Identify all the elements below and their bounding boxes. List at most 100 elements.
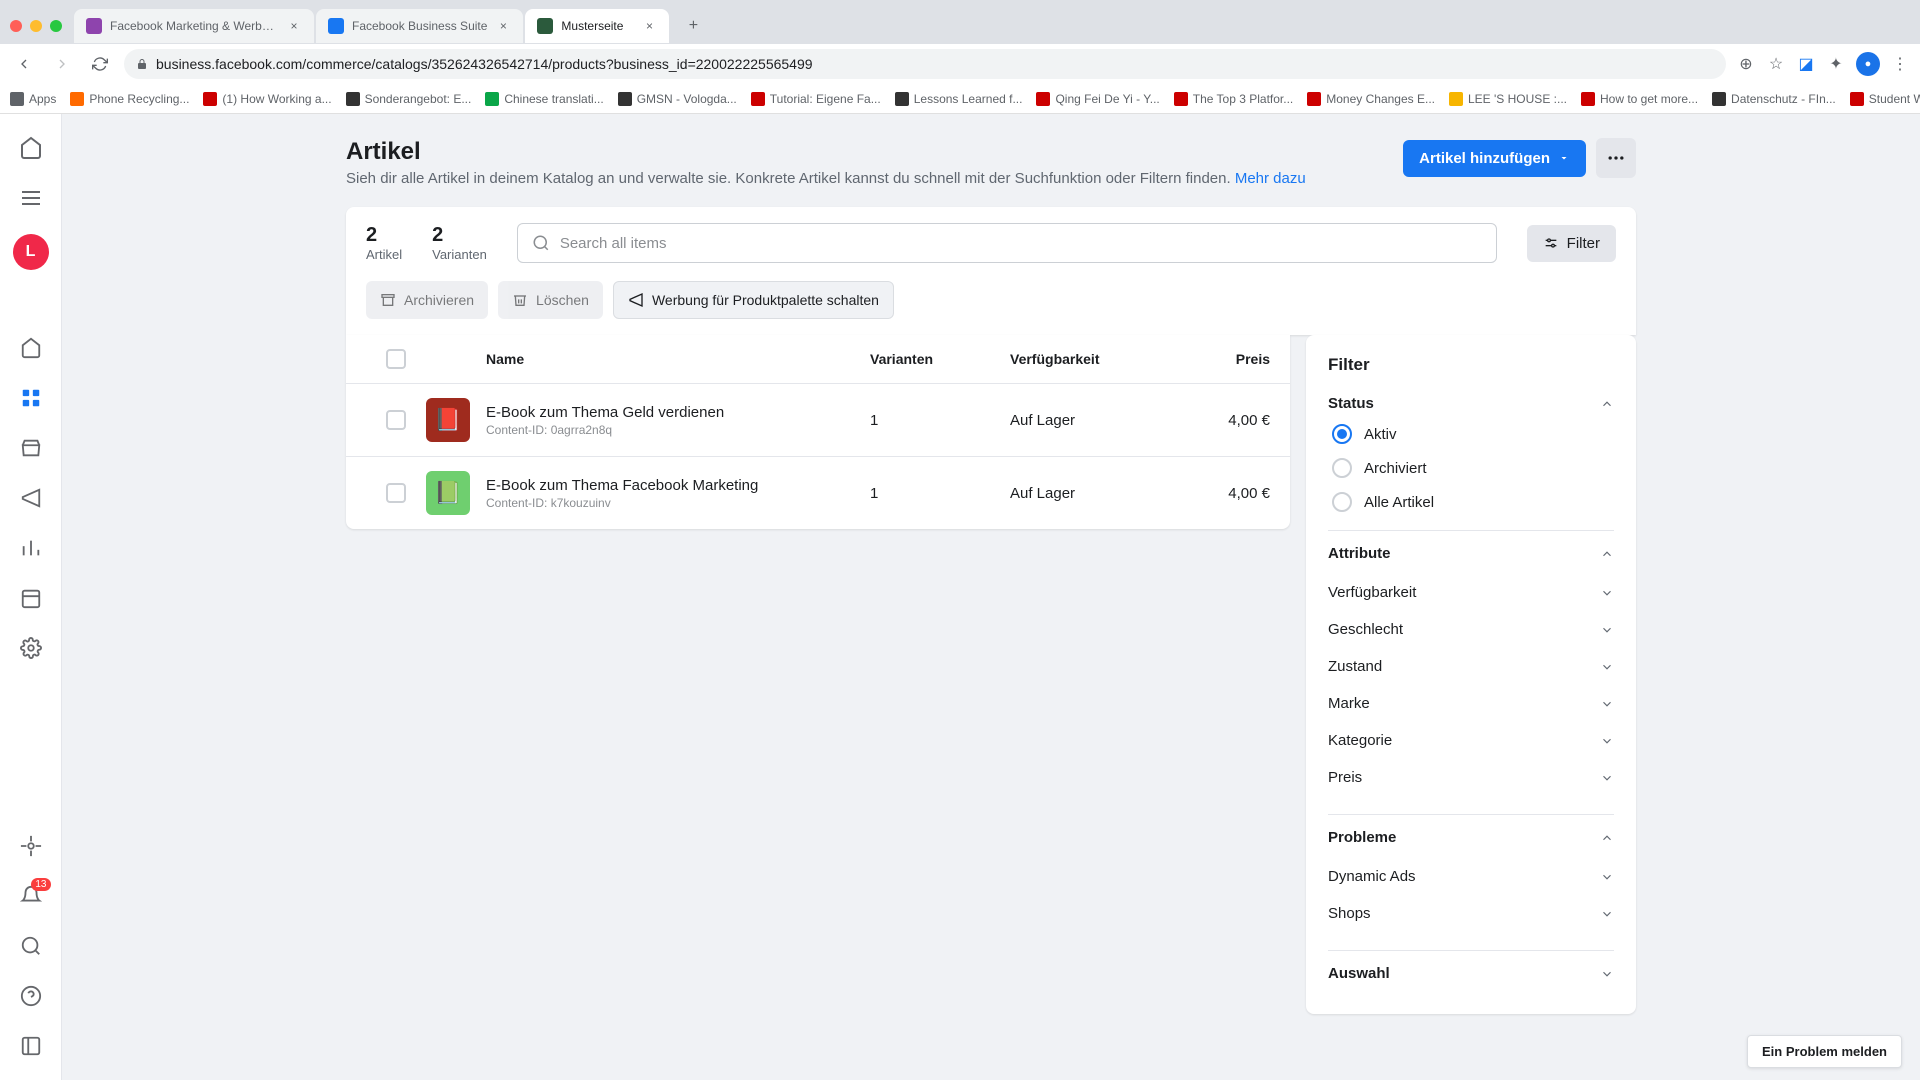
search-input[interactable]: [560, 235, 1482, 252]
table-row[interactable]: 📗 E-Book zum Thema Facebook Marketing Co…: [346, 457, 1290, 529]
stat-variants: 2 Varianten: [432, 224, 487, 262]
more-button[interactable]: [1596, 138, 1636, 178]
zoom-icon[interactable]: ⊕: [1736, 54, 1756, 74]
settings-icon[interactable]: [17, 634, 45, 662]
bookmark-item[interactable]: GMSN - Vologda...: [618, 92, 737, 106]
problem-dynamic-ads[interactable]: Dynamic Ads: [1328, 858, 1614, 895]
attr-availability[interactable]: Verfügbarkeit: [1328, 574, 1614, 611]
bookmark-item[interactable]: Sonderangebot: E...: [346, 92, 472, 106]
notifications-icon[interactable]: 13: [17, 882, 45, 910]
status-all[interactable]: Alle Artikel: [1332, 492, 1614, 512]
attr-price[interactable]: Preis: [1328, 759, 1614, 796]
bookmark-favicon: [346, 92, 360, 106]
attr-condition[interactable]: Zustand: [1328, 648, 1614, 685]
column-availability[interactable]: Verfügbarkeit: [1010, 351, 1180, 367]
back-button[interactable]: [10, 50, 38, 78]
bookmark-item[interactable]: Phone Recycling...: [70, 92, 189, 106]
facebook-icon[interactable]: ◪: [1796, 54, 1816, 74]
select-all-checkbox[interactable]: [386, 349, 406, 369]
insights-icon[interactable]: [17, 534, 45, 562]
tab-title: Musterseite: [561, 19, 633, 33]
account-avatar[interactable]: L: [13, 234, 49, 270]
tab-1[interactable]: Facebook Business Suite ×: [316, 9, 523, 43]
attr-brand[interactable]: Marke: [1328, 685, 1614, 722]
reload-button[interactable]: [86, 50, 114, 78]
bookmark-item[interactable]: Tutorial: Eigene Fa...: [751, 92, 881, 106]
bookmark-favicon: [1449, 92, 1463, 106]
bookmark-item[interactable]: Money Changes E...: [1307, 92, 1435, 106]
catalog-icon[interactable]: [17, 384, 45, 412]
bookmark-label: Tutorial: Eigene Fa...: [770, 92, 881, 106]
column-variants[interactable]: Varianten: [870, 351, 1010, 367]
overview-icon[interactable]: [17, 334, 45, 362]
tab-0[interactable]: Facebook Marketing & Werbea... ×: [74, 9, 314, 43]
column-name[interactable]: Name: [486, 351, 870, 367]
advertise-button[interactable]: Werbung für Produktpalette schalten: [613, 281, 894, 319]
item-thumbnail: 📕: [426, 398, 470, 442]
problem-shops[interactable]: Shops: [1328, 895, 1614, 932]
events-icon[interactable]: [17, 584, 45, 612]
chevron-down-icon: [1600, 870, 1614, 884]
close-icon[interactable]: ×: [495, 18, 511, 34]
window-min-dot[interactable]: [30, 20, 42, 32]
url-text: business.facebook.com/commerce/catalogs/…: [156, 56, 813, 72]
profile-avatar[interactable]: ●: [1856, 52, 1880, 76]
dots-icon: [1606, 148, 1626, 168]
window-close-dot[interactable]: [10, 20, 22, 32]
close-icon[interactable]: ×: [641, 18, 657, 34]
help-icon[interactable]: [17, 982, 45, 1010]
items-table: Name Varianten Verfügbarkeit Preis 📕 E-B…: [346, 335, 1290, 529]
bookmark-item[interactable]: (1) How Working a...: [203, 92, 331, 106]
filter-toggle-button[interactable]: Filter: [1527, 225, 1616, 262]
table-row[interactable]: 📕 E-Book zum Thema Geld verdienen Conten…: [346, 384, 1290, 457]
bookmark-item[interactable]: How to get more...: [1581, 92, 1698, 106]
bookmark-label: How to get more...: [1600, 92, 1698, 106]
window-max-dot[interactable]: [50, 20, 62, 32]
menu-icon[interactable]: ⋮: [1890, 54, 1910, 74]
bookmark-item[interactable]: The Top 3 Platfor...: [1174, 92, 1294, 106]
shop-icon[interactable]: [17, 434, 45, 462]
browser-chrome: Facebook Marketing & Werbea... × Faceboo…: [0, 0, 1920, 84]
search-icon[interactable]: [17, 932, 45, 960]
filter-section-problems[interactable]: Probleme: [1328, 829, 1614, 846]
table-header: Name Varianten Verfügbarkeit Preis: [346, 335, 1290, 384]
filter-section-attribute[interactable]: Attribute: [1328, 545, 1614, 562]
filter-section-status[interactable]: Status: [1328, 395, 1614, 412]
star-icon[interactable]: ☆: [1766, 54, 1786, 74]
item-price: 4,00 €: [1180, 485, 1270, 502]
filter-section-selection[interactable]: Auswahl: [1328, 965, 1614, 982]
search-box[interactable]: [517, 223, 1497, 263]
tab-2[interactable]: Musterseite ×: [525, 9, 669, 43]
attr-category[interactable]: Kategorie: [1328, 722, 1614, 759]
status-active[interactable]: Aktiv: [1332, 424, 1614, 444]
collapse-icon[interactable]: [17, 1032, 45, 1060]
archive-button[interactable]: Archivieren: [366, 281, 488, 319]
report-problem-button[interactable]: Ein Problem melden: [1747, 1035, 1902, 1068]
status-archived[interactable]: Archiviert: [1332, 458, 1614, 478]
row-checkbox[interactable]: [386, 410, 406, 430]
delete-button[interactable]: Löschen: [498, 281, 603, 319]
ads-icon[interactable]: [17, 484, 45, 512]
extensions-icon[interactable]: ✦: [1826, 54, 1846, 74]
bookmark-item[interactable]: Qing Fei De Yi - Y...: [1036, 92, 1159, 106]
column-price[interactable]: Preis: [1180, 351, 1270, 367]
item-thumbnail: 📗: [426, 471, 470, 515]
attr-gender[interactable]: Geschlecht: [1328, 611, 1614, 648]
url-field[interactable]: business.facebook.com/commerce/catalogs/…: [124, 49, 1726, 79]
bookmark-item[interactable]: Chinese translati...: [485, 92, 603, 106]
close-icon[interactable]: ×: [286, 18, 302, 34]
new-tab-button[interactable]: +: [679, 12, 707, 40]
bookmark-item[interactable]: LEE 'S HOUSE :...: [1449, 92, 1567, 106]
settings-bottom-icon[interactable]: [17, 832, 45, 860]
bookmark-item[interactable]: Lessons Learned f...: [895, 92, 1023, 106]
chevron-down-icon: [1600, 586, 1614, 600]
bookmark-item[interactable]: Apps: [10, 92, 56, 106]
add-item-button[interactable]: Artikel hinzufügen: [1403, 140, 1586, 177]
row-checkbox[interactable]: [386, 483, 406, 503]
menu-icon[interactable]: [17, 184, 45, 212]
bookmark-item[interactable]: Student Wants an...: [1850, 92, 1920, 106]
home-icon[interactable]: [17, 134, 45, 162]
bookmark-item[interactable]: Datenschutz - FIn...: [1712, 92, 1836, 106]
forward-button[interactable]: [48, 50, 76, 78]
learn-more-link[interactable]: Mehr dazu: [1235, 170, 1306, 187]
